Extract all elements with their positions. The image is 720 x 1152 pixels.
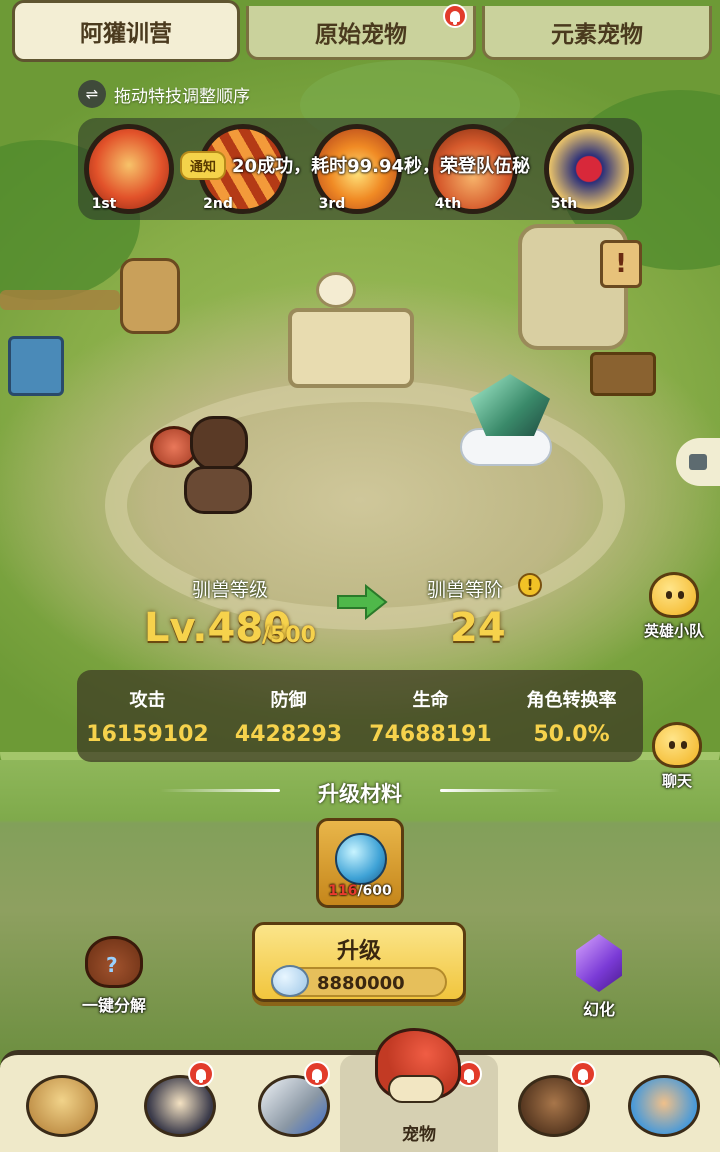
- stat-label: 生命: [412, 690, 449, 711]
- tab-primitive-pets[interactable]: 原始宠物: [246, 4, 476, 60]
- stat-conversion-rate: 角色转换率 50.0%: [501, 670, 642, 747]
- tab-label: 阿獾训营: [80, 21, 172, 47]
- upgrade-button[interactable]: 升级 8880000: [252, 922, 466, 1002]
- tribe-totem-icon: [628, 1075, 700, 1137]
- skill-rank-1: 1st: [91, 196, 117, 212]
- caveman-character: [150, 412, 260, 522]
- materials-title: 升级材料: [318, 782, 402, 806]
- notice-text: 20成功，耗时99.94秒，荣登队伍秘: [232, 156, 530, 177]
- material-need: /600: [357, 883, 392, 899]
- quest-scroll-icon[interactable]: !: [600, 240, 642, 288]
- stat-defense: 防御 4428293: [218, 670, 359, 747]
- stat-health: 生命 74688191: [360, 670, 501, 747]
- reorder-hint: ⇌ 拖动特技调整顺序: [78, 80, 250, 108]
- alert-bell-icon: [304, 1061, 330, 1087]
- notice-ticker: 通知 20成功，耗时99.94秒，荣登队伍秘: [180, 150, 560, 180]
- stat-value: 50.0%: [533, 722, 610, 747]
- material-count: 116/600: [319, 883, 401, 899]
- taming-stage-value: 24: [450, 605, 506, 651]
- skill-rank-3: 3rd: [318, 196, 346, 212]
- alert-bell-icon: [570, 1061, 596, 1087]
- hero-team-icon: [649, 572, 699, 618]
- decompose-label: 一键分解: [82, 996, 147, 1015]
- skill-rank-2: 2nd: [203, 196, 233, 212]
- material-have: 116: [328, 883, 358, 899]
- blue-crate: [8, 336, 64, 396]
- alert-bell-icon: [443, 4, 467, 28]
- taming-level-label: 驯兽等级: [192, 579, 269, 601]
- side-expand-button[interactable]: [676, 438, 720, 486]
- hero-team-label: 英雄小队: [644, 622, 705, 640]
- boar-decompose-icon: [85, 936, 143, 988]
- swap-arrows-icon: ⇌: [78, 80, 106, 108]
- taming-stage-label: 驯兽等阶: [427, 579, 504, 601]
- blue-potion-bag-icon: [335, 833, 387, 885]
- nav-item-bear[interactable]: [496, 1055, 612, 1152]
- nav-item-sword[interactable]: [236, 1055, 352, 1152]
- stat-label: 防御: [270, 690, 307, 711]
- skill-rank-5: 5th: [550, 196, 578, 212]
- stat-attack: 攻击 16159102: [77, 670, 218, 747]
- stat-value: 16159102: [86, 722, 209, 747]
- tab-label: 元素宠物: [551, 21, 643, 48]
- taming-level-max: /500: [262, 623, 316, 648]
- wooden-fence: [0, 290, 120, 310]
- scroll-icon: [689, 454, 707, 470]
- upgrade-label: 升级: [336, 939, 381, 964]
- nav-item-tribe[interactable]: [606, 1055, 720, 1152]
- upgrade-cost: 8880000: [317, 973, 405, 994]
- cost-pill: 8880000: [271, 965, 447, 997]
- wooden-drum: [120, 258, 180, 334]
- tab-badger-camp[interactable]: 阿獾训营: [12, 0, 240, 62]
- caveman-head: [190, 416, 248, 472]
- chat-icon: [652, 722, 702, 768]
- arrow-right-icon: [337, 584, 388, 620]
- stone-currency-icon: [271, 965, 309, 997]
- stone-pedestal: [288, 308, 414, 388]
- stat-value: 74688191: [369, 722, 492, 747]
- stat-label: 角色转换率: [526, 690, 617, 711]
- nav-item-tribesman[interactable]: [122, 1055, 238, 1152]
- hint-text: 拖动特技调整顺序: [114, 86, 250, 107]
- water-trough: [590, 352, 656, 396]
- pet-leaf-body: [470, 374, 550, 436]
- skill-rank-4: 4th: [434, 196, 462, 212]
- top-tabs: 阿獾训营 原始宠物 元素宠物: [0, 0, 720, 62]
- alert-bell-icon: [188, 1061, 214, 1087]
- caveman-body: [184, 466, 252, 514]
- nav-label-pets: 宠物: [402, 1124, 436, 1145]
- notice-tag: 通知: [180, 150, 227, 180]
- purple-crystal-icon: [576, 934, 622, 992]
- material-slot[interactable]: 116/600: [316, 818, 404, 908]
- transform-label: 幻化: [582, 1000, 615, 1019]
- stats-panel: 攻击 16159102 防御 4428293 生命 74688191 角色转换率…: [77, 670, 643, 762]
- element-pet-character: [452, 366, 568, 476]
- stat-label: 攻击: [129, 690, 166, 711]
- bottom-nav: 宠物: [0, 1050, 720, 1152]
- caveman-hero-icon: [26, 1075, 98, 1137]
- tab-element-pets[interactable]: 元素宠物: [482, 6, 712, 60]
- nav-item-caveman[interactable]: [4, 1055, 120, 1152]
- transform-button[interactable]: 幻化: [576, 934, 622, 1020]
- decompose-button[interactable]: 一键分解: [82, 936, 146, 1016]
- info-icon[interactable]: !: [518, 573, 542, 597]
- hero-team-button[interactable]: 英雄小队: [644, 572, 704, 641]
- tab-label: 原始宠物: [315, 21, 407, 48]
- stat-value: 4428293: [234, 722, 343, 747]
- pedestal-shell: [316, 272, 356, 308]
